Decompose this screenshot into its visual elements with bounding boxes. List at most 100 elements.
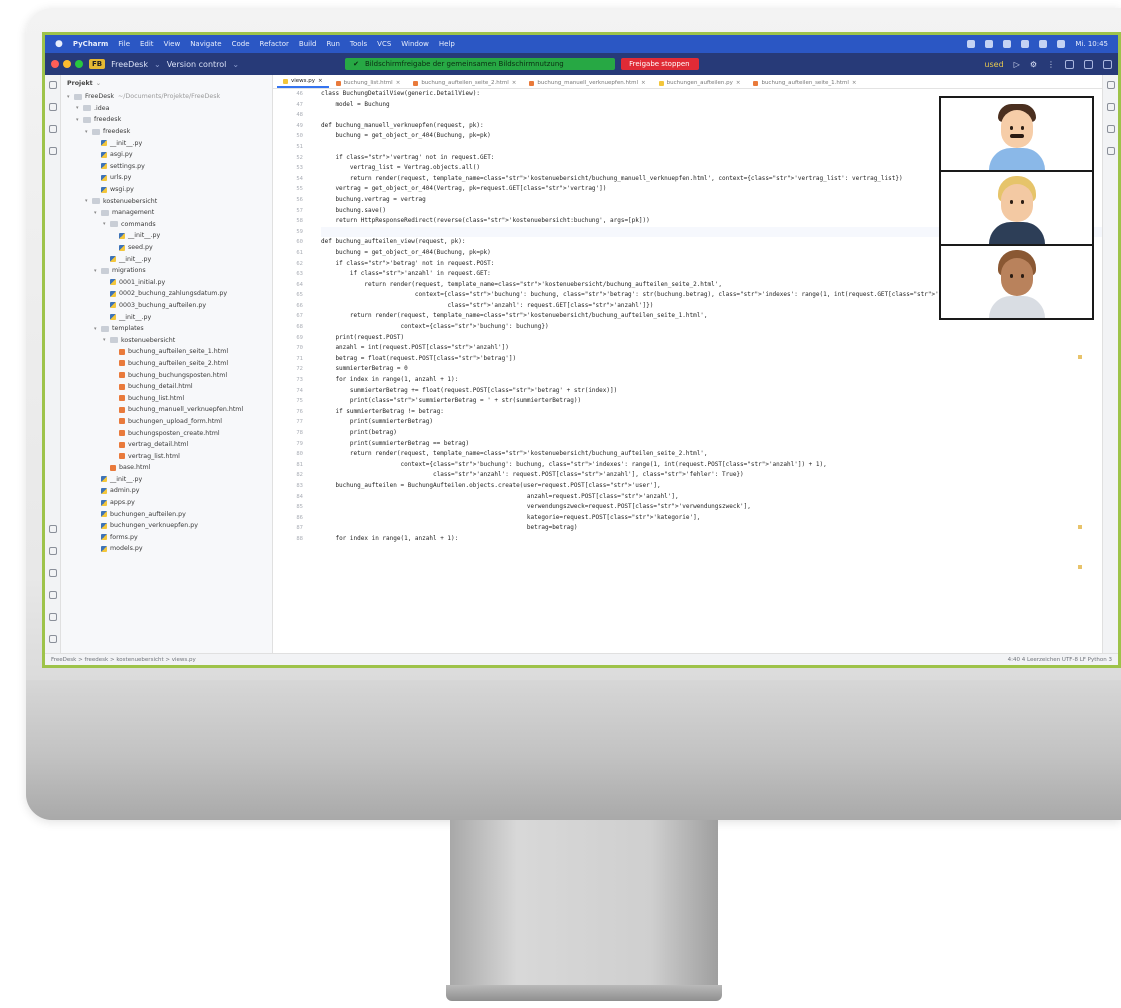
tree-item[interactable]: buchung_aufteilen_seite_2.html	[61, 358, 272, 370]
chevron-down-icon[interactable]: ▾	[94, 210, 101, 216]
menubar-clock[interactable]: Mi. 10:45	[1075, 40, 1108, 48]
participant-man-mustache-tile[interactable]	[939, 96, 1094, 172]
more-actions-icon[interactable]: ⋮	[1047, 60, 1055, 69]
tree-item[interactable]: __init__.py	[61, 474, 272, 486]
editor-tab[interactable]: buchung_list.html ×	[330, 78, 407, 88]
more-tools-icon[interactable]	[48, 147, 57, 155]
code-line[interactable]: context={class="str">'buchung': buchung,…	[321, 460, 1102, 471]
tree-item[interactable]: asgi.py	[61, 149, 272, 161]
code-line[interactable]: class="str">'anzahl': request.POST[class…	[321, 470, 1102, 481]
editor-tab[interactable]: buchungen_aufteilen.py ×	[653, 78, 747, 88]
tree-item[interactable]: forms.py	[61, 532, 272, 544]
editor-tab[interactable]: buchung_aufteilen_seite_2.html ×	[407, 78, 522, 88]
git-icon[interactable]	[48, 635, 57, 643]
close-tab-icon[interactable]: ×	[641, 80, 646, 86]
menu-item-code[interactable]: Code	[232, 40, 250, 48]
chevron-down-icon[interactable]: ▾	[103, 337, 110, 343]
menu-item-refactor[interactable]: Refactor	[260, 40, 289, 48]
code-line[interactable]: print(summierterBetrag == betrag)	[321, 439, 1102, 450]
code-line[interactable]: summierterBetrag = 0	[321, 364, 1102, 375]
chevron-down-icon[interactable]: ▾	[76, 117, 83, 123]
menu-item-help[interactable]: Help	[439, 40, 455, 48]
project-switcher[interactable]: FreeDesk	[111, 60, 148, 69]
code-line[interactable]: for index in range(1, anzahl + 1):	[321, 534, 1102, 545]
tree-item[interactable]: ▾ .idea	[61, 103, 272, 115]
structure-tool-icon[interactable]	[48, 125, 57, 133]
tree-item[interactable]: wsgi.py	[61, 184, 272, 196]
database-icon[interactable]	[1106, 103, 1115, 111]
code-line[interactable]: buchung_aufteilen = BuchungAufteilen.obj…	[321, 481, 1102, 492]
tray-icon[interactable]	[1039, 40, 1048, 48]
tree-item[interactable]: buchungen_verknuepfen.py	[61, 520, 272, 532]
close-tab-icon[interactable]: ×	[852, 80, 857, 86]
editor-tab[interactable]: views.py ×	[277, 76, 329, 88]
tree-item[interactable]: vertrag_detail.html	[61, 439, 272, 451]
tree-item[interactable]: ▾ management	[61, 207, 272, 219]
project-panel-header[interactable]: Projekt ⌄	[61, 75, 272, 91]
close-tab-icon[interactable]: ×	[318, 78, 323, 84]
editor-tab[interactable]: buchung_aufteilen_seite_1.html ×	[747, 78, 862, 88]
chevron-down-icon[interactable]: ▾	[85, 198, 92, 204]
code-line[interactable]: kategorie=request.POST[class="str">'kate…	[321, 513, 1102, 524]
tree-item[interactable]: buchung_detail.html	[61, 381, 272, 393]
code-line[interactable]: print(summierterBetrag)	[321, 417, 1102, 428]
menu-item-window[interactable]: Window	[401, 40, 429, 48]
participant-person-brown-tile[interactable]	[939, 244, 1094, 320]
tray-icon[interactable]	[1021, 40, 1030, 48]
close-tab-icon[interactable]: ×	[736, 80, 741, 86]
menu-item-tools[interactable]: Tools	[350, 40, 367, 48]
code-line[interactable]: betrag = float(request.POST[class="str">…	[321, 354, 1102, 365]
settings-gear-icon[interactable]	[1103, 59, 1112, 69]
notifications-icon[interactable]	[1106, 81, 1115, 89]
code-line[interactable]: verwendungszweck=request.POST[class="str…	[321, 502, 1102, 513]
tree-item[interactable]: admin.py	[61, 485, 272, 497]
warning-marker[interactable]	[1078, 525, 1082, 529]
code-line[interactable]: anzahl = int(request.POST[class="str">'a…	[321, 343, 1102, 354]
close-window-icon[interactable]	[51, 60, 59, 68]
run-tool-icon[interactable]	[48, 547, 57, 555]
tree-item[interactable]: buchungsposten_create.html	[61, 427, 272, 439]
terminal-icon[interactable]	[48, 591, 57, 599]
code-line[interactable]: print(class="str">'summierterBetrag = ' …	[321, 396, 1102, 407]
ai-assistant-icon[interactable]	[1106, 147, 1115, 155]
chevron-down-icon[interactable]: ▾	[67, 94, 74, 100]
tree-item[interactable]: seed.py	[61, 242, 272, 254]
tree-item[interactable]: buchung_manuell_verknuepfen.html	[61, 404, 272, 416]
run-icon[interactable]: ▷	[1014, 60, 1020, 69]
tree-item[interactable]: buchung_buchungsposten.html	[61, 369, 272, 381]
menubar-app-name[interactable]: PyCharm	[73, 40, 108, 48]
tray-icon[interactable]	[967, 40, 976, 48]
tray-icon[interactable]	[1057, 40, 1066, 48]
add-user-icon[interactable]	[1065, 59, 1074, 69]
tree-item[interactable]: 0003_buchung_aufteilen.py	[61, 300, 272, 312]
tray-icon[interactable]	[1003, 40, 1012, 48]
debug-icon[interactable]: ⚙	[1030, 60, 1037, 69]
tree-item[interactable]: __init__.py	[61, 253, 272, 265]
editor-tab[interactable]: buchung_manuell_verknuepfen.html ×	[523, 78, 651, 88]
tree-item[interactable]: __init__.py	[61, 137, 272, 149]
search-icon[interactable]	[1084, 59, 1093, 69]
code-line[interactable]: anzahl=request.POST[class="str">'anzahl'…	[321, 492, 1102, 503]
tree-item[interactable]: buchung_aufteilen_seite_1.html	[61, 346, 272, 358]
zoom-window-icon[interactable]	[75, 60, 83, 68]
code-line[interactable]: return render(request, template_name=cla…	[321, 449, 1102, 460]
tree-item[interactable]: 0002_buchung_zahlungsdatum.py	[61, 288, 272, 300]
vcs-widget[interactable]: Version control	[167, 60, 227, 69]
chevron-down-icon[interactable]: ▾	[85, 129, 92, 135]
code-line[interactable]: for index in range(1, anzahl + 1):	[321, 375, 1102, 386]
code-line[interactable]: betrag=betrag)	[321, 523, 1102, 534]
minimize-window-icon[interactable]	[63, 60, 71, 68]
tree-item[interactable]: buchungen_aufteilen.py	[61, 508, 272, 520]
tree-item[interactable]: settings.py	[61, 161, 272, 173]
code-line[interactable]: print(request.POST)	[321, 333, 1102, 344]
tree-item[interactable]: ▾ kostenuebersicht	[61, 334, 272, 346]
menu-item-file[interactable]: File	[118, 40, 130, 48]
tree-item[interactable]: 0001_initial.py	[61, 277, 272, 289]
tree-item[interactable]: ▾ FreeDesk ~/Documents/Projekte/FreeDesk	[61, 91, 272, 103]
problems-icon[interactable]	[48, 613, 57, 621]
apple-menu-icon[interactable]: ●	[55, 39, 63, 49]
chevron-down-icon[interactable]: ▾	[103, 221, 110, 227]
status-breadcrumb[interactable]: FreeDesk > freedesk > kostenuebersicht >…	[51, 657, 196, 663]
sciview-icon[interactable]	[1106, 125, 1115, 133]
code-line[interactable]: context={class="str">'buchung': buchung}…	[321, 322, 1102, 333]
